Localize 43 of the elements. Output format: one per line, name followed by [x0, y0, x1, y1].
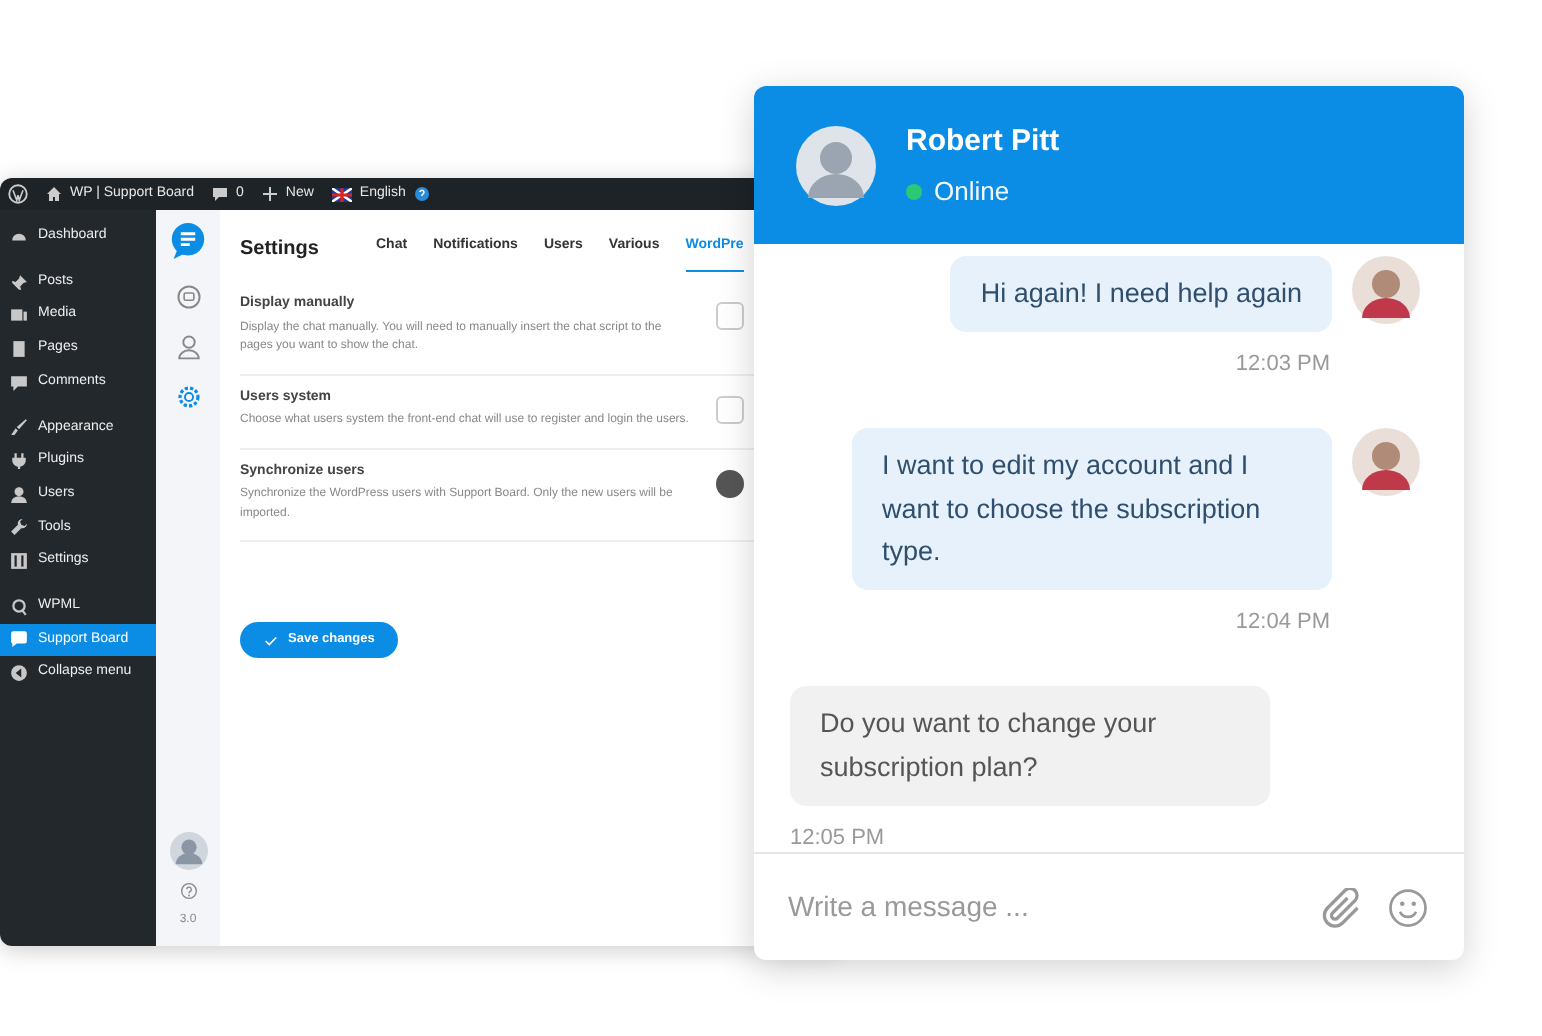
- contact-name: Robert Pitt: [906, 121, 1060, 161]
- paperclip-icon: [1320, 887, 1360, 927]
- flag-icon: [331, 187, 352, 201]
- media-icon: [10, 306, 28, 325]
- help-icon: [179, 882, 197, 900]
- status-text: Online: [934, 174, 1010, 210]
- settings-icon[interactable]: [175, 384, 201, 410]
- avatar-silhouette-icon: [169, 832, 207, 870]
- chat-logo-icon: [170, 222, 206, 260]
- checkbox[interactable]: [716, 302, 744, 330]
- plug-icon: [10, 451, 28, 470]
- wrench-icon: [10, 518, 28, 537]
- message-bubble: I want to edit my account and I want to choose the subscription type.: [852, 428, 1332, 590]
- user-icon: [10, 485, 28, 504]
- avatar-silhouette-icon: [1352, 428, 1420, 497]
- message-time: 12:05 PM: [790, 823, 887, 852]
- wordpress-logo-icon: [8, 184, 28, 204]
- plus-icon: [261, 186, 278, 202]
- smiley-icon: [1388, 887, 1428, 927]
- page-icon: [10, 339, 28, 358]
- dropdown-field[interactable]: [716, 395, 744, 424]
- status-dot: [906, 183, 922, 200]
- message-bubble: Do you want to change your subscription plan?: [790, 686, 1270, 806]
- pin-icon: [10, 273, 28, 292]
- sync-button[interactable]: [716, 469, 744, 498]
- message-bubble: Hi again! I need help again: [950, 256, 1332, 332]
- collapse-icon: [10, 664, 28, 683]
- comment-icon: [212, 186, 228, 202]
- settings-icon: [10, 552, 28, 571]
- home-icon: [46, 186, 62, 202]
- check-icon: [264, 633, 278, 648]
- comment-icon: [10, 373, 28, 392]
- brush-icon: [10, 418, 28, 437]
- message-time: 12:04 PM: [1233, 607, 1330, 638]
- help-icon: [413, 186, 430, 202]
- avatar-silhouette-icon: [1352, 256, 1420, 324]
- user-icon[interactable]: [175, 334, 201, 360]
- message-time: 12:03 PM: [1233, 349, 1330, 380]
- page-title: Settings: [240, 236, 321, 264]
- chat-bubble-icon: [10, 630, 28, 649]
- message-input[interactable]: Write a message ...: [784, 884, 1292, 930]
- chat-icon[interactable]: [175, 284, 201, 310]
- avatar-silhouette-icon: [796, 125, 876, 205]
